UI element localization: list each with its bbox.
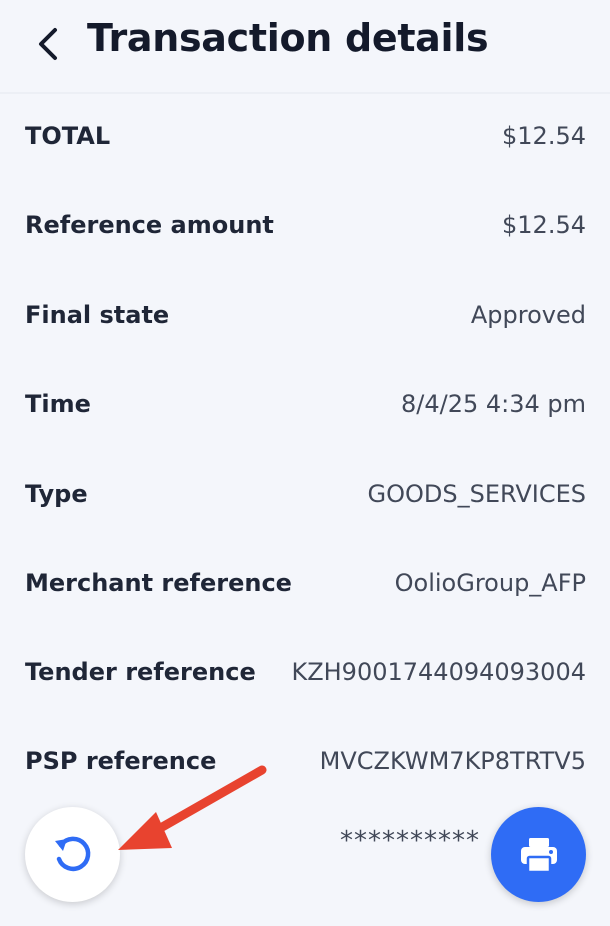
page-title: Transaction details [87,16,489,60]
back-button[interactable] [28,22,68,66]
detail-value: MVCZKWM7KP8TRTV5 [319,747,586,775]
detail-label: Tender reference [25,658,256,686]
detail-row-psp-reference: PSP reference MVCZKWM7KP8TRTV5 [25,741,586,781]
detail-label: PSP reference [25,747,217,775]
detail-label: Merchant reference [25,569,292,597]
detail-value: Approved [470,301,586,329]
detail-row-merchant-reference: Merchant reference OolioGroup_AFP [25,563,586,603]
detail-value: $12.54 [502,211,586,239]
detail-row-reference-amount: Reference amount $12.54 [25,205,586,245]
printer-icon [520,837,557,873]
detail-label: Final state [25,301,170,329]
detail-row-time: Time 8/4/25 4:34 pm [25,384,586,424]
chevron-left-icon [39,28,57,60]
detail-label: Reference amount [25,211,274,239]
detail-row-final-state: Final state Approved [25,295,586,335]
detail-value: OolioGroup_AFP [394,569,586,597]
refresh-icon [54,836,90,871]
masked-value: ********** [340,826,480,856]
detail-value: KZH9001744094093004 [291,658,586,686]
detail-row-tender-reference: Tender reference KZH9001744094093004 [25,652,586,692]
detail-row-type: Type GOODS_SERVICES [25,474,586,514]
detail-label: Type [25,480,88,508]
detail-value: GOODS_SERVICES [367,480,586,508]
detail-value: $12.54 [502,122,586,150]
refresh-button[interactable] [25,807,120,902]
detail-row-total: TOTAL $12.54 [25,116,586,156]
app-header: Transaction details [0,0,610,94]
detail-label: TOTAL [25,122,111,150]
print-button[interactable] [491,807,586,902]
detail-value: 8/4/25 4:34 pm [400,390,586,418]
detail-label: Time [25,390,91,418]
